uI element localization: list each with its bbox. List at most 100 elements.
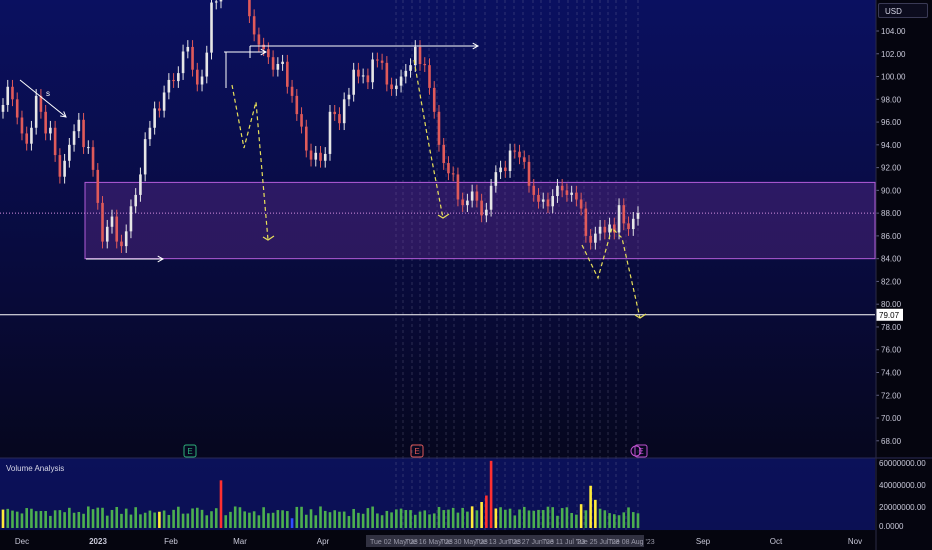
demand-zone — [84, 181, 876, 260]
candle — [380, 60, 384, 63]
candle — [631, 218, 635, 230]
candle — [44, 111, 47, 134]
volume-bar — [191, 508, 194, 528]
candle — [177, 73, 180, 82]
candle — [518, 151, 521, 158]
candle — [489, 185, 493, 210]
candle — [53, 127, 57, 156]
candle — [556, 185, 559, 197]
candle — [205, 52, 209, 77]
volume-bar — [148, 510, 152, 528]
volume-tick-label: 60000000.00 — [879, 459, 926, 468]
candle — [418, 46, 422, 65]
volume-bar — [25, 508, 28, 528]
volume-bar — [181, 513, 185, 528]
price-tick-label: 78.00 — [881, 323, 902, 332]
current-price-label: 79.07 — [879, 311, 900, 320]
candle — [347, 94, 351, 100]
price-tick-label: 82.00 — [881, 277, 902, 286]
price-tick-label: 80.00 — [881, 300, 902, 309]
candle — [101, 202, 104, 242]
volume-bar — [257, 515, 261, 528]
time-tick-label: Apr — [317, 537, 330, 546]
volume-bar — [418, 511, 422, 528]
volume-bar — [328, 512, 332, 528]
volume-bar — [158, 511, 161, 528]
candle — [338, 114, 341, 124]
volume-bar — [6, 508, 10, 528]
volume-bar — [267, 513, 270, 528]
candle — [262, 44, 265, 50]
volume-bar — [129, 514, 133, 528]
candle — [63, 160, 66, 177]
volume-bar — [390, 512, 393, 528]
price-tick-label: 100.00 — [881, 73, 906, 82]
volume-bar — [508, 508, 512, 528]
candle — [522, 157, 526, 162]
candle — [129, 206, 133, 232]
annotation-label: s — [46, 89, 50, 98]
candle — [627, 223, 630, 230]
volume-bar — [233, 506, 237, 528]
candle — [357, 69, 360, 77]
candle — [584, 208, 588, 236]
candle — [158, 108, 161, 111]
volume-bar — [380, 515, 384, 528]
volume-bar — [371, 506, 374, 528]
volume-bar — [229, 511, 232, 528]
candle — [20, 117, 24, 134]
currency-button[interactable]: USD — [878, 3, 928, 18]
candle — [210, 2, 213, 53]
price-tick-label: 102.00 — [881, 50, 906, 59]
candle — [115, 216, 119, 242]
candle — [91, 147, 95, 170]
candle — [191, 46, 194, 70]
candle — [395, 85, 398, 90]
volume-bar — [167, 514, 171, 528]
chart-canvas[interactable]: sE E E104.00102.00100.0098.0096.0094.0092.… — [0, 0, 932, 550]
candle — [319, 152, 322, 161]
candle — [432, 87, 436, 112]
time-tick-label: Sep — [696, 537, 711, 546]
volume-bar — [613, 514, 616, 528]
candle — [219, 0, 223, 2]
candle — [271, 57, 275, 70]
candle — [214, 1, 218, 3]
candle — [494, 172, 498, 186]
candle — [143, 139, 147, 175]
volume-bar — [485, 495, 488, 528]
volume-bar — [560, 508, 564, 528]
volume-bar — [304, 514, 308, 528]
candle — [575, 192, 578, 200]
candle — [82, 119, 85, 148]
candle — [309, 150, 313, 160]
earnings-marker-label: E — [187, 447, 192, 456]
volume-bar — [63, 512, 66, 528]
candle — [186, 46, 190, 52]
volume-bar — [376, 513, 379, 528]
price-tick-label: 70.00 — [881, 414, 902, 423]
volume-bar — [603, 510, 607, 528]
candle — [466, 200, 469, 206]
candle — [162, 92, 166, 111]
volume-bar — [58, 510, 62, 528]
volume-bar — [120, 513, 123, 528]
volume-bar — [594, 499, 597, 528]
candle — [58, 155, 62, 177]
volume-bar — [489, 460, 493, 528]
candle — [532, 185, 536, 195]
candle — [551, 196, 555, 207]
candle — [366, 75, 370, 83]
candle — [541, 199, 545, 202]
volume-bar — [11, 510, 14, 528]
volume-bar — [271, 512, 275, 528]
candle — [248, 0, 251, 17]
candle — [442, 144, 446, 164]
candle — [603, 226, 607, 233]
time-tick-label: Oct — [770, 537, 783, 546]
candle — [72, 131, 76, 145]
candle — [295, 95, 299, 115]
volume-bar — [323, 510, 327, 528]
candle — [276, 64, 280, 70]
volume-bar — [522, 506, 526, 528]
